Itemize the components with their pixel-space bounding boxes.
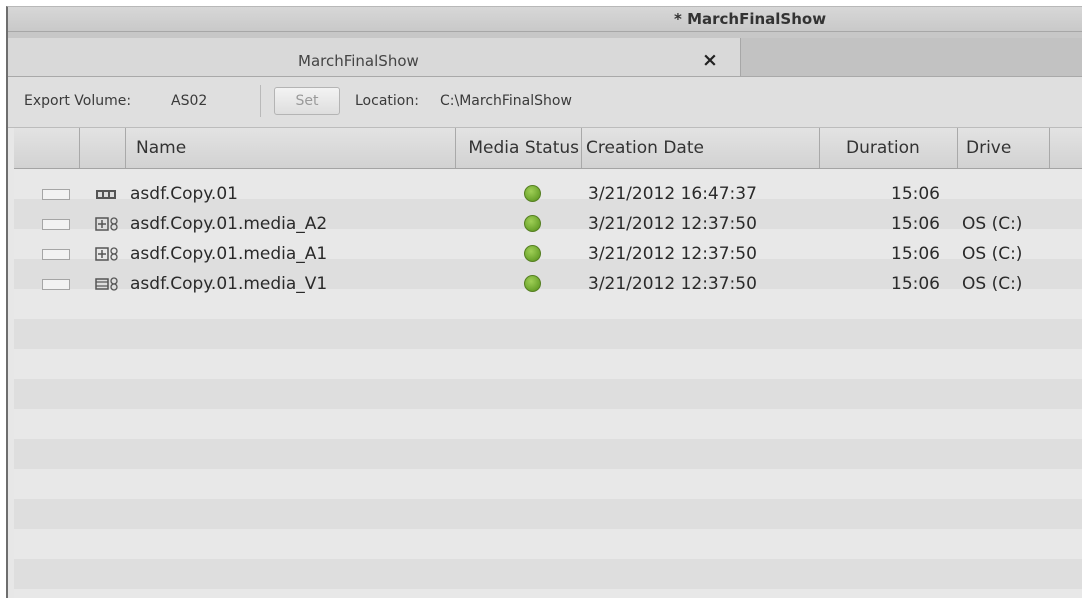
- audio-clip-icon: [95, 217, 118, 231]
- table-row[interactable]: asdf.Copy.01 3/21/2012 16:47:37 15:06: [14, 179, 1082, 209]
- close-icon[interactable]: ×: [698, 48, 722, 72]
- creation-date: 3/21/2012 12:37:50: [588, 214, 757, 234]
- duration: 15:06: [891, 184, 940, 204]
- creation-date: 3/21/2012 12:37:50: [588, 244, 757, 264]
- media-name: asdf.Copy.01.media_V1: [130, 274, 328, 294]
- drive: OS (C:): [962, 274, 1023, 294]
- row-select-box[interactable]: [42, 279, 70, 290]
- location-value: C:\MarchFinalShow: [440, 93, 572, 109]
- row-select-box[interactable]: [42, 249, 70, 260]
- set-button[interactable]: Set: [274, 87, 340, 115]
- media-status-online-icon: [524, 185, 541, 202]
- column-header-drive[interactable]: Drive: [958, 128, 1050, 168]
- table-row[interactable]: asdf.Copy.01.media_A2 3/21/2012 12:37:50…: [14, 209, 1082, 239]
- media-list: asdf.Copy.01 3/21/2012 16:47:37 15:06 as…: [14, 169, 1082, 598]
- table-row[interactable]: asdf.Copy.01.media_A1 3/21/2012 12:37:50…: [14, 239, 1082, 269]
- media-name: asdf.Copy.01: [130, 184, 238, 204]
- column-header-creation-date[interactable]: Creation Date: [582, 128, 820, 168]
- export-volume-value: AS02: [171, 93, 208, 109]
- column-header-media-status[interactable]: Media Status: [456, 128, 582, 168]
- media-status-online-icon: [524, 275, 541, 292]
- export-toolbar: Export Volume: AS02 Set Location: C:\Mar…: [8, 77, 1082, 128]
- drive: OS (C:): [962, 214, 1023, 234]
- audio-clip-icon: [95, 247, 118, 261]
- location-label: Location:: [355, 93, 419, 109]
- media-status-online-icon: [524, 215, 541, 232]
- tab-bar-empty-area: [741, 38, 1082, 76]
- column-header-type[interactable]: [80, 128, 126, 168]
- title-bar[interactable]: * MarchFinalShow: [8, 7, 1082, 32]
- media-status-online-icon: [524, 245, 541, 262]
- duration: 15:06: [891, 214, 940, 234]
- row-select-box[interactable]: [42, 219, 70, 230]
- duration: 15:06: [891, 244, 940, 264]
- creation-date: 3/21/2012 16:47:37: [588, 184, 757, 204]
- creation-date: 3/21/2012 12:37:50: [588, 274, 757, 294]
- table-row[interactable]: asdf.Copy.01.media_V1 3/21/2012 12:37:50…: [14, 269, 1082, 299]
- column-header-select[interactable]: [14, 128, 80, 168]
- tab-label: MarchFinalShow: [298, 52, 419, 70]
- media-name: asdf.Copy.01.media_A1: [130, 244, 328, 264]
- column-header-name[interactable]: Name: [126, 128, 456, 168]
- video-clip-icon: [95, 277, 118, 291]
- drive: OS (C:): [962, 244, 1023, 264]
- column-header-duration[interactable]: Duration: [820, 128, 958, 168]
- export-window: * MarchFinalShow MarchFinalShow × Export…: [6, 6, 1082, 598]
- column-header-extra: [1050, 128, 1082, 168]
- duration: 15:06: [891, 274, 940, 294]
- window-title: * MarchFinalShow: [674, 10, 827, 28]
- tab-marchfinalshow[interactable]: MarchFinalShow ×: [8, 38, 741, 76]
- tab-bar: MarchFinalShow ×: [8, 32, 1082, 77]
- export-volume-label: Export Volume:: [24, 93, 132, 109]
- sequence-icon: [96, 190, 116, 199]
- row-select-box[interactable]: [42, 189, 70, 200]
- toolbar-divider: [260, 85, 261, 117]
- media-name: asdf.Copy.01.media_A2: [130, 214, 328, 234]
- column-header: Name Media Status Creation Date Duration…: [14, 128, 1082, 169]
